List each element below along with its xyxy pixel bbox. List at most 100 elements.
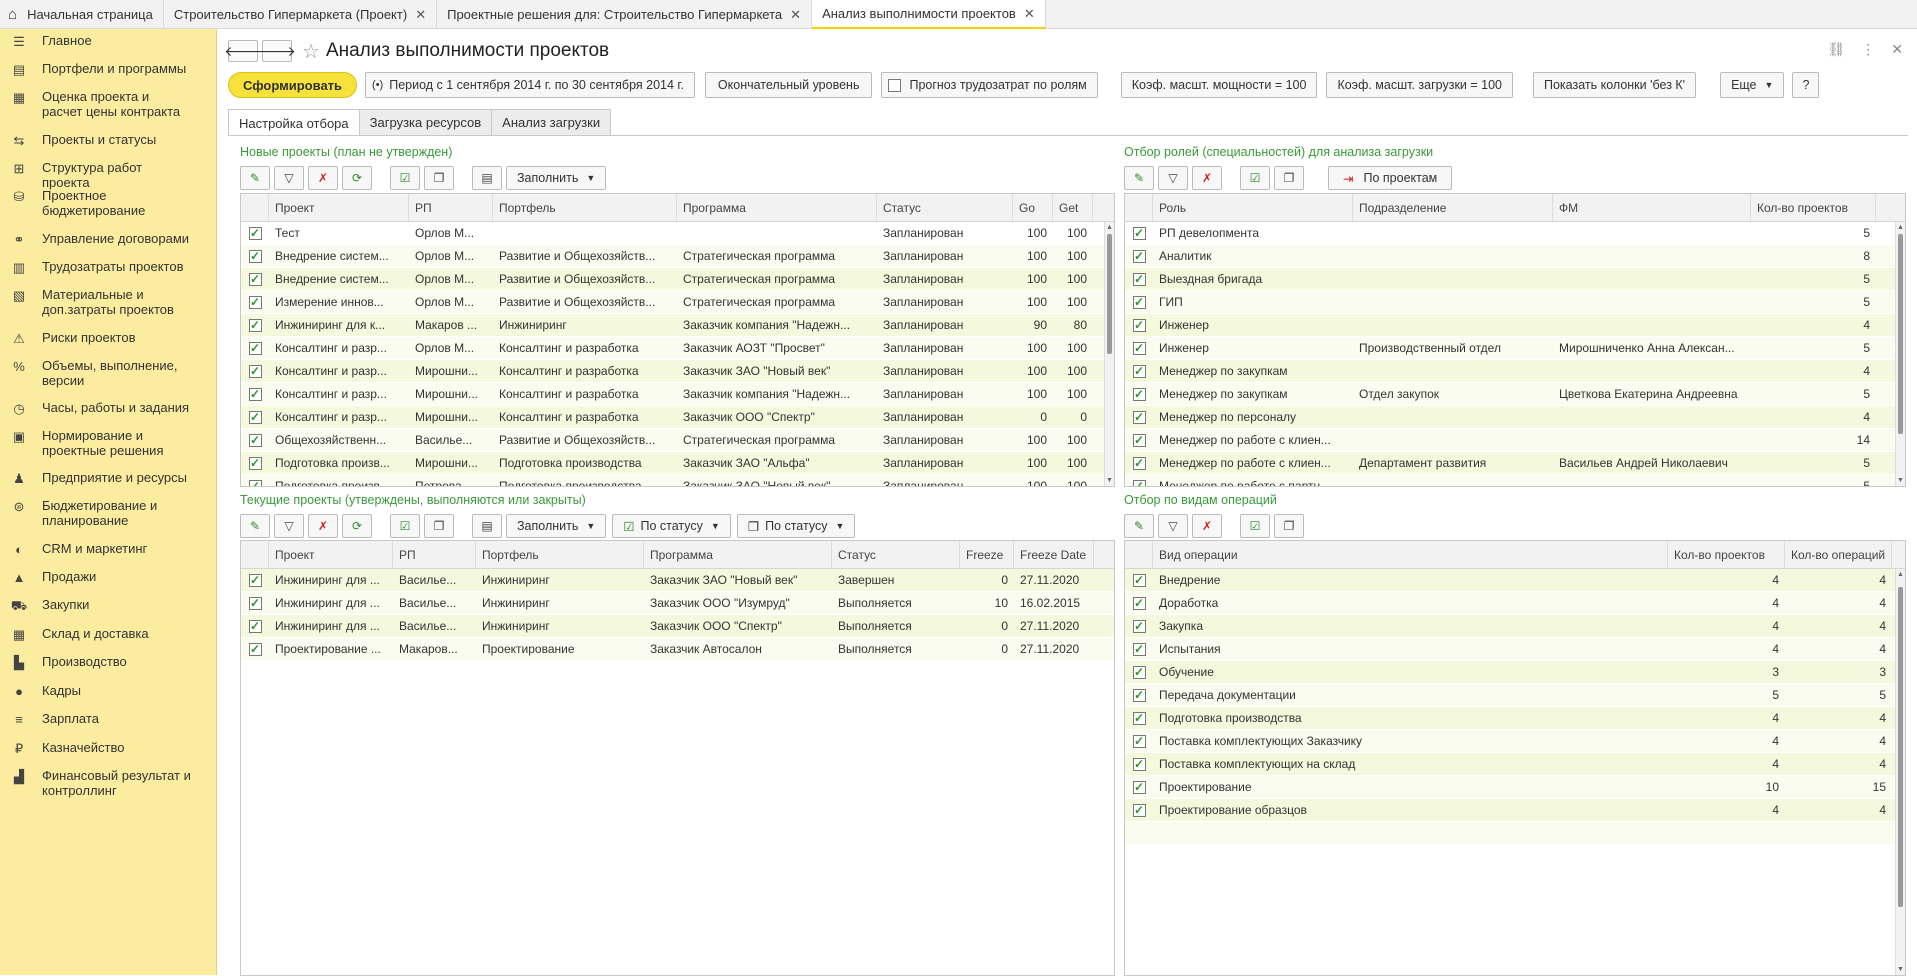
column-header[interactable]: Freeze Date bbox=[1014, 541, 1094, 568]
table-row[interactable]: ✓ Передача документации 5 5 bbox=[1125, 684, 1905, 707]
table-row[interactable]: ✓ Общехозяйственн... Василье... Развитие и … bbox=[241, 429, 1114, 452]
table-row[interactable] bbox=[1125, 822, 1905, 845]
row-checkbox[interactable]: ✓ bbox=[1132, 573, 1146, 587]
link-icon[interactable]: ⛓ bbox=[1827, 41, 1845, 58]
sidebar-item-warehouse[interactable]: ▦ Склад и доставка bbox=[0, 626, 216, 642]
refresh-button[interactable]: ⟳ bbox=[342, 166, 372, 190]
table-row[interactable]: ✓ Измерение иннов... Орлов М... Развитие и … bbox=[241, 291, 1114, 314]
sidebar-item-flow[interactable]: ⇆ Проекты и статусы bbox=[0, 132, 216, 148]
sidebar-item-factory[interactable]: ▙ Производство bbox=[0, 654, 216, 670]
vertical-scrollbar[interactable]: ▲ ▼ bbox=[1104, 222, 1114, 486]
refresh-button[interactable]: ⟳ bbox=[342, 514, 372, 538]
table-row[interactable]: ✓ Консалтинг и разр... Мирошни... Консалтин… bbox=[241, 406, 1114, 429]
edit-button[interactable]: ✎ bbox=[240, 166, 270, 190]
report-button[interactable]: ▤ bbox=[472, 514, 502, 538]
sidebar-item-chart[interactable]: ▥ Трудозатраты проектов bbox=[0, 259, 216, 275]
status-uncheck-dropdown[interactable]: ❐ По статусу ▼ bbox=[736, 514, 856, 538]
sidebar-item-salary[interactable]: ≡ Зарплата bbox=[0, 711, 216, 727]
sidebar-item-clock[interactable]: ◷ Часы, работы и задания bbox=[0, 400, 216, 416]
tab-2[interactable]: Проектные решения для: Строительство Гип… bbox=[437, 0, 813, 29]
close-icon[interactable]: ✕ bbox=[415, 7, 426, 23]
table-row[interactable]: ✓ Инженер 4 bbox=[1125, 314, 1905, 337]
table-row[interactable]: ✓ Закупка 4 4 bbox=[1125, 615, 1905, 638]
row-checkbox[interactable]: ✓ bbox=[1132, 295, 1146, 309]
table-row[interactable]: ✓ Консалтинг и разр... Орлов М... Консалтин… bbox=[241, 337, 1114, 360]
row-checkbox[interactable]: ✓ bbox=[1132, 757, 1146, 771]
capacity-coef-button[interactable]: Коэф. масшт. мощности = 100 bbox=[1120, 72, 1318, 98]
table-row[interactable]: ✓ Проектирование 10 15 bbox=[1125, 776, 1905, 799]
column-header[interactable]: ФМ bbox=[1553, 194, 1751, 221]
favorite-star-icon[interactable]: ☆ bbox=[302, 39, 320, 64]
table-row[interactable]: ✓ Консалтинг и разр... Мирошни... Консалтин… bbox=[241, 383, 1114, 406]
row-checkbox[interactable]: ✓ bbox=[248, 341, 262, 355]
table-row[interactable]: ✓ Испытания 4 4 bbox=[1125, 638, 1905, 661]
uncheck-all-button[interactable]: ❐ bbox=[424, 514, 454, 538]
generate-button[interactable]: Сформировать bbox=[228, 72, 358, 98]
row-checkbox[interactable]: ✓ bbox=[1132, 364, 1146, 378]
row-checkbox[interactable]: ✓ bbox=[1132, 780, 1146, 794]
row-checkbox[interactable]: ✓ bbox=[248, 479, 262, 486]
tab-filter-settings[interactable]: Настройка отбора bbox=[228, 109, 360, 136]
row-checkbox[interactable]: ✓ bbox=[248, 272, 262, 286]
row-checkbox[interactable]: ✓ bbox=[1132, 456, 1146, 470]
row-checkbox[interactable]: ✓ bbox=[1132, 665, 1146, 679]
row-checkbox[interactable]: ✓ bbox=[248, 295, 262, 309]
clear-filter-button[interactable]: ✗ bbox=[1192, 166, 1222, 190]
table-row[interactable]: ✓ Доработка 4 4 bbox=[1125, 592, 1905, 615]
table-row[interactable]: ✓ Тест Орлов М... Запланирован 100 100 bbox=[241, 222, 1114, 245]
edit-button[interactable]: ✎ bbox=[1124, 166, 1154, 190]
sidebar-item-percent[interactable]: % Объемы, выполнение, версии bbox=[0, 358, 216, 388]
table-row[interactable]: ✓ Менеджер по закупкам Отдел закупок Цветко… bbox=[1125, 383, 1905, 406]
column-header[interactable]: Проект bbox=[269, 194, 409, 221]
table-row[interactable]: ✓ Инжиниринг для к... Макаров ... Инжинирин… bbox=[241, 314, 1114, 337]
clear-filter-button[interactable]: ✗ bbox=[1192, 514, 1222, 538]
sidebar-item-handshake[interactable]: ⚭ Управление договорами bbox=[0, 231, 216, 247]
vertical-scrollbar[interactable]: ▲ ▼ bbox=[1895, 569, 1905, 975]
sidebar-item-list[interactable]: ☰ Главное bbox=[0, 33, 216, 49]
sidebar-item-budget[interactable]: ⛁ Проектное бюджетирование bbox=[0, 188, 216, 218]
row-checkbox[interactable]: ✓ bbox=[248, 642, 262, 656]
sidebar-item-coin[interactable]: ₽ Казначейство bbox=[0, 740, 216, 756]
row-checkbox[interactable]: ✓ bbox=[248, 456, 262, 470]
status-check-dropdown[interactable]: ☑ По статусу ▼ bbox=[612, 514, 731, 538]
table-row[interactable]: ✓ Подготовка производства 4 4 bbox=[1125, 707, 1905, 730]
sidebar-item-person[interactable]: ● Кадры bbox=[0, 683, 216, 699]
tab-load-analysis[interactable]: Анализ загрузки bbox=[491, 109, 612, 135]
row-checkbox[interactable]: ✓ bbox=[1132, 318, 1146, 332]
edit-button[interactable]: ✎ bbox=[1124, 514, 1154, 538]
sidebar-item-cart[interactable]: ▧ Материальные и доп.затраты проектов bbox=[0, 287, 216, 317]
column-header[interactable]: Программа bbox=[677, 194, 877, 221]
close-icon[interactable]: ✕ bbox=[1024, 6, 1035, 22]
uncheck-all-button[interactable]: ❐ bbox=[424, 166, 454, 190]
table-row[interactable]: ✓ Менеджер по работе с клиен... Департамен… bbox=[1125, 452, 1905, 475]
sidebar-item-doc[interactable]: ▣ Нормирование и проектные решения bbox=[0, 428, 216, 458]
show-columns-button[interactable]: Показать колонки 'без К' bbox=[1533, 72, 1697, 98]
tab-0[interactable]: ⌂ Начальная страница bbox=[0, 0, 164, 29]
help-button[interactable]: ? bbox=[1792, 72, 1820, 98]
check-all-button[interactable]: ☑ bbox=[1240, 166, 1270, 190]
scroll-thumb[interactable] bbox=[1898, 587, 1903, 907]
check-all-button[interactable]: ☑ bbox=[390, 166, 420, 190]
final-level-button[interactable]: Окончательный уровень bbox=[704, 72, 873, 98]
column-header[interactable]: Подразделение bbox=[1353, 194, 1553, 221]
column-header[interactable]: Статус bbox=[832, 541, 960, 568]
row-checkbox[interactable]: ✓ bbox=[248, 364, 262, 378]
vertical-scrollbar[interactable]: ▲ ▼ bbox=[1895, 222, 1905, 486]
filter-button[interactable]: ▽ bbox=[1158, 166, 1188, 190]
row-checkbox[interactable]: ✓ bbox=[1132, 479, 1146, 486]
fill-dropdown[interactable]: Заполнить ▼ bbox=[506, 514, 607, 538]
back-button[interactable]: 🡐 bbox=[224, 40, 262, 62]
row-checkbox[interactable]: ✓ bbox=[248, 387, 262, 401]
column-header[interactable]: Go bbox=[1013, 194, 1053, 221]
row-checkbox[interactable]: ✓ bbox=[1132, 619, 1146, 633]
table-row[interactable]: ✓ РП девелопмента 5 bbox=[1125, 222, 1905, 245]
column-header[interactable]: Freeze bbox=[960, 541, 1014, 568]
forward-button[interactable]: 🡒 bbox=[258, 40, 296, 62]
row-checkbox[interactable]: ✓ bbox=[1132, 596, 1146, 610]
scroll-up-icon[interactable]: ▲ bbox=[1897, 571, 1904, 578]
filter-button[interactable]: ▽ bbox=[274, 514, 304, 538]
column-header[interactable]: Портфель bbox=[476, 541, 644, 568]
filter-button[interactable]: ▽ bbox=[274, 166, 304, 190]
row-checkbox[interactable]: ✓ bbox=[248, 318, 262, 332]
row-checkbox[interactable]: ✓ bbox=[1132, 803, 1146, 817]
